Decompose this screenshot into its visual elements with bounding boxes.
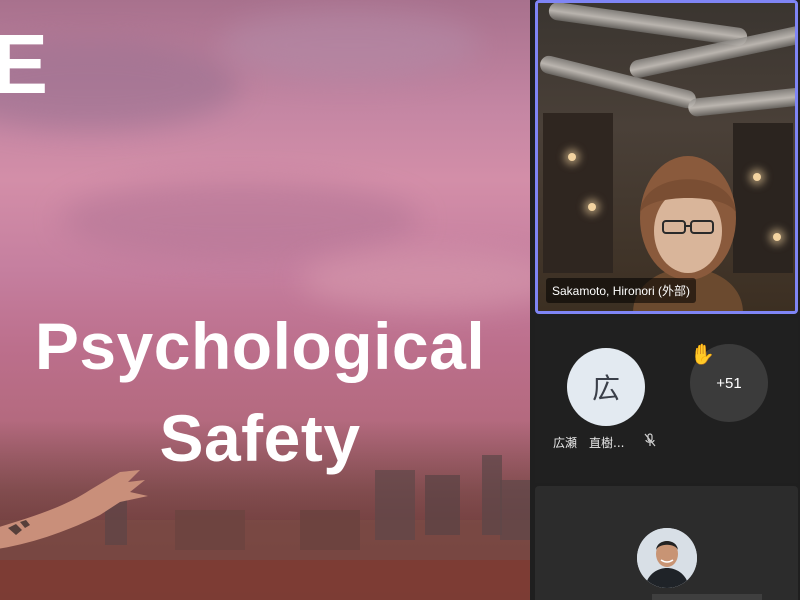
background-shelf xyxy=(543,113,613,273)
more-participants-count: +51 xyxy=(716,374,742,392)
slide-cloud xyxy=(220,10,480,80)
avatar-initial: 広 xyxy=(591,372,620,405)
background-light xyxy=(568,153,576,161)
tile-label-bar xyxy=(652,594,762,600)
mic-muted-icon xyxy=(644,433,656,447)
background-light xyxy=(588,203,596,211)
slide-title-line-2: Safety xyxy=(159,401,361,475)
participant-name: 広瀬 直樹... xyxy=(553,436,625,450)
slide-title-line-1: Psychological xyxy=(34,309,486,383)
participant-name-label: Sakamoto, Hironori (外部) xyxy=(546,278,697,303)
slide-cloud xyxy=(60,180,420,260)
shared-slide: E Psychological Safety xyxy=(0,0,530,600)
slide-title: Psychological Safety xyxy=(0,300,530,484)
background-light xyxy=(753,173,761,181)
background-light xyxy=(773,233,781,241)
participant-photo-avatar[interactable] xyxy=(637,528,697,588)
slide-partial-letter: E xyxy=(0,17,49,111)
active-speaker-video[interactable]: Sakamoto, Hironori (外部) xyxy=(535,0,798,314)
person-photo xyxy=(637,528,697,588)
raised-hand-icon: ✋ xyxy=(690,344,715,366)
participant-avatar[interactable]: 広 xyxy=(567,348,645,426)
